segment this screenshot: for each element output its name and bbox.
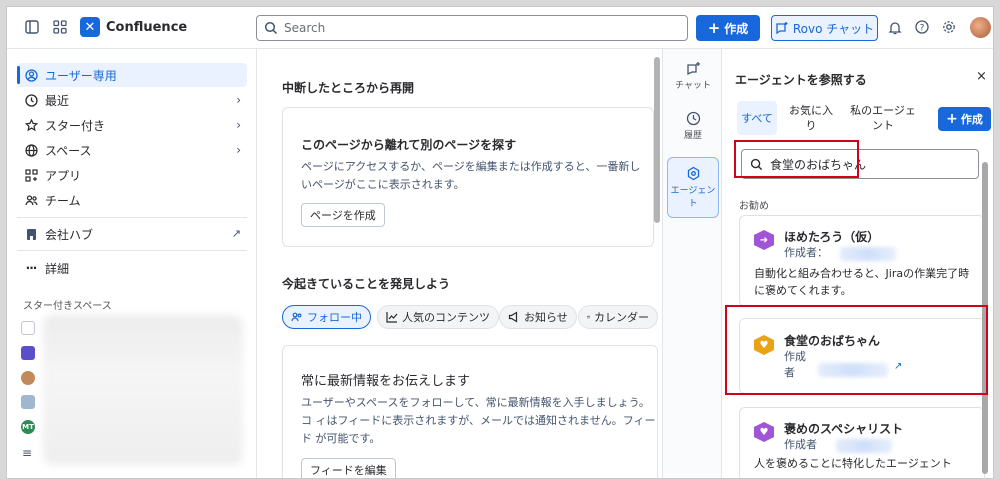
tab-all[interactable]: すべて bbox=[737, 101, 777, 135]
agent-icon bbox=[687, 166, 699, 181]
create-agent-button[interactable]: + 作成 bbox=[938, 107, 991, 131]
create-button[interactable]: + 作成 bbox=[696, 15, 760, 41]
sidebar-item-company-hub[interactable]: 会社ハブ ↗ bbox=[17, 222, 247, 246]
sidebar-divider bbox=[17, 217, 247, 218]
find-card-title: このページから離れて別のページを探す bbox=[301, 138, 517, 152]
user-avatar[interactable] bbox=[970, 17, 991, 38]
chat-sparkle-icon bbox=[686, 62, 700, 76]
search-icon bbox=[264, 20, 278, 39]
rovo-chat-button[interactable]: Rovo チャット bbox=[771, 15, 878, 41]
agent-name: ほめたろう（仮） bbox=[784, 230, 880, 244]
help-icon[interactable]: ? bbox=[913, 18, 931, 36]
globe-icon bbox=[23, 143, 39, 157]
tab-calendar[interactable]: カレンダー bbox=[578, 305, 658, 329]
confluence-logo-icon[interactable]: ✕ bbox=[80, 17, 100, 37]
highlight-search-box bbox=[734, 140, 859, 178]
sidebar-divider bbox=[17, 250, 247, 251]
space-icon[interactable] bbox=[21, 346, 35, 360]
sidebar: ユーザー専用 最近 › スター付き › スペース › アプリ チーム 会社ハブ bbox=[7, 49, 257, 478]
agent-card[interactable]: ♥ 褒めのスペシャリスト 作成者 人を褒めることに特化したエージェント bbox=[739, 407, 985, 478]
sidebar-item-teams[interactable]: チーム bbox=[17, 188, 247, 212]
find-page-card: このページから離れて別のページを探す ページにアクセスするか、ページを編集または… bbox=[282, 107, 654, 247]
tab-popular[interactable]: 人気のコンテンツ bbox=[377, 305, 499, 329]
agent-description: 自動化と組み合わせると、Jiraの作業完了時に褒めてくれます。 bbox=[754, 267, 970, 297]
tab-favorites[interactable]: お気に入り bbox=[789, 101, 833, 135]
main-scrollbar[interactable] bbox=[654, 57, 660, 223]
space-badge[interactable]: MT bbox=[21, 420, 35, 434]
sidebar-item-apps[interactable]: アプリ bbox=[17, 163, 247, 187]
panel-title: エージェントを参照する bbox=[735, 73, 867, 87]
find-card-body: ページにアクセスするか、ページを編集または作成すると、一番新しいページがここに表… bbox=[301, 160, 641, 191]
team-icon bbox=[23, 194, 39, 207]
space-icon[interactable] bbox=[21, 321, 35, 335]
tab-announcements[interactable]: お知らせ bbox=[499, 305, 577, 329]
trend-chart-icon bbox=[386, 312, 398, 323]
app-switcher-icon[interactable] bbox=[51, 18, 69, 36]
create-page-button[interactable]: ページを作成 bbox=[301, 203, 385, 227]
app-name[interactable]: Confluence bbox=[106, 20, 187, 35]
people-icon bbox=[291, 312, 302, 322]
sidebar-item-recent[interactable]: 最近 › bbox=[17, 88, 247, 112]
highlight-agent-card bbox=[725, 305, 988, 395]
blurred-space-names bbox=[43, 315, 243, 465]
discover-heading: 今起きていることを発見しよう bbox=[282, 277, 451, 291]
rail-history[interactable]: 履歴 bbox=[667, 111, 719, 141]
main-content: 中断したところから再開 このページから離れて別のページを探す ページにアクセスす… bbox=[258, 49, 658, 478]
blurred-author bbox=[836, 439, 892, 453]
close-icon[interactable]: × bbox=[976, 69, 987, 84]
updates-card-title: 常に最新情報をお伝えします bbox=[301, 374, 471, 389]
chat-sparkle-icon bbox=[776, 22, 788, 35]
edit-feed-button[interactable]: フィードを編集 bbox=[301, 458, 396, 478]
tab-following[interactable]: フォロー中 bbox=[282, 305, 371, 329]
agent-card[interactable]: ➜ ほめたろう（仮） 作成者： 自動化と組み合わせると、Jiraの作業完了時に褒… bbox=[739, 215, 985, 307]
chevron-right-icon: › bbox=[236, 93, 241, 107]
chevron-right-icon: › bbox=[236, 118, 241, 132]
sidebar-item-more[interactable]: ··· 詳細 bbox=[17, 256, 247, 280]
recommended-label: お勧め bbox=[739, 201, 769, 212]
top-navigation: ✕ Confluence Search + 作成 Rovo チャット ? bbox=[7, 7, 993, 49]
external-link-icon: ↗ bbox=[231, 227, 241, 240]
browser-frame: ✕ Confluence Search + 作成 Rovo チャット ? ユーザ… bbox=[6, 6, 994, 479]
agent-browser-panel: エージェントを参照する × すべて お気に入り 私のエージェント + 作成 食堂… bbox=[723, 49, 993, 478]
plus-icon: + bbox=[946, 110, 958, 127]
apps-icon bbox=[23, 168, 39, 182]
menu-lines-icon[interactable]: ≡ bbox=[22, 446, 34, 460]
agent-avatar-icon: ➜ bbox=[754, 230, 774, 250]
calendar-icon bbox=[587, 315, 590, 319]
agent-avatar-icon: ♥ bbox=[754, 422, 774, 442]
sidebar-toggle-icon[interactable] bbox=[23, 18, 41, 36]
agent-author: 作成者： bbox=[784, 246, 828, 259]
search-placeholder: Search bbox=[284, 21, 326, 35]
rail-chat[interactable]: チャット bbox=[667, 61, 719, 91]
agent-description: 人を褒めることに特化したエージェント bbox=[754, 457, 952, 470]
plus-icon: + bbox=[707, 19, 721, 37]
space-icon[interactable] bbox=[21, 395, 35, 409]
rail-agents[interactable]: エージェント bbox=[667, 157, 719, 218]
tab-my-agents[interactable]: 私のエージェント bbox=[847, 101, 919, 135]
gear-icon[interactable] bbox=[940, 18, 958, 36]
clock-icon bbox=[23, 93, 39, 107]
sidebar-item-starred[interactable]: スター付き › bbox=[17, 113, 247, 137]
history-icon bbox=[686, 111, 700, 126]
chevron-right-icon: › bbox=[236, 143, 241, 157]
resume-heading: 中断したところから再開 bbox=[282, 81, 415, 95]
building-icon bbox=[23, 228, 39, 241]
bell-icon[interactable] bbox=[886, 18, 904, 36]
star-icon bbox=[23, 118, 39, 132]
blurred-author bbox=[840, 247, 896, 261]
sidebar-item-for-you[interactable]: ユーザー専用 bbox=[17, 63, 247, 87]
updates-card-body: ユーザーやスペースをフォローして、常に最新情報を入手しましょう。コ ィはフィード… bbox=[301, 396, 656, 445]
agent-name: 褒めのスペシャリスト bbox=[784, 422, 904, 436]
space-icon[interactable] bbox=[21, 371, 35, 385]
rovo-rail: チャット 履歴 エージェント bbox=[662, 49, 722, 478]
user-circle-icon bbox=[23, 68, 39, 82]
sidebar-item-spaces[interactable]: スペース › bbox=[17, 138, 247, 162]
updates-card: 常に最新情報をお伝えします ユーザーやスペースをフォローして、常に最新情報を入手… bbox=[282, 345, 658, 478]
starred-spaces-heading: スター付きスペース bbox=[23, 301, 112, 312]
search-input[interactable]: Search bbox=[256, 15, 688, 41]
agent-author: 作成者 bbox=[784, 438, 817, 451]
more-icon: ··· bbox=[25, 261, 38, 275]
megaphone-icon bbox=[508, 311, 518, 323]
svg-text:?: ? bbox=[920, 24, 925, 34]
